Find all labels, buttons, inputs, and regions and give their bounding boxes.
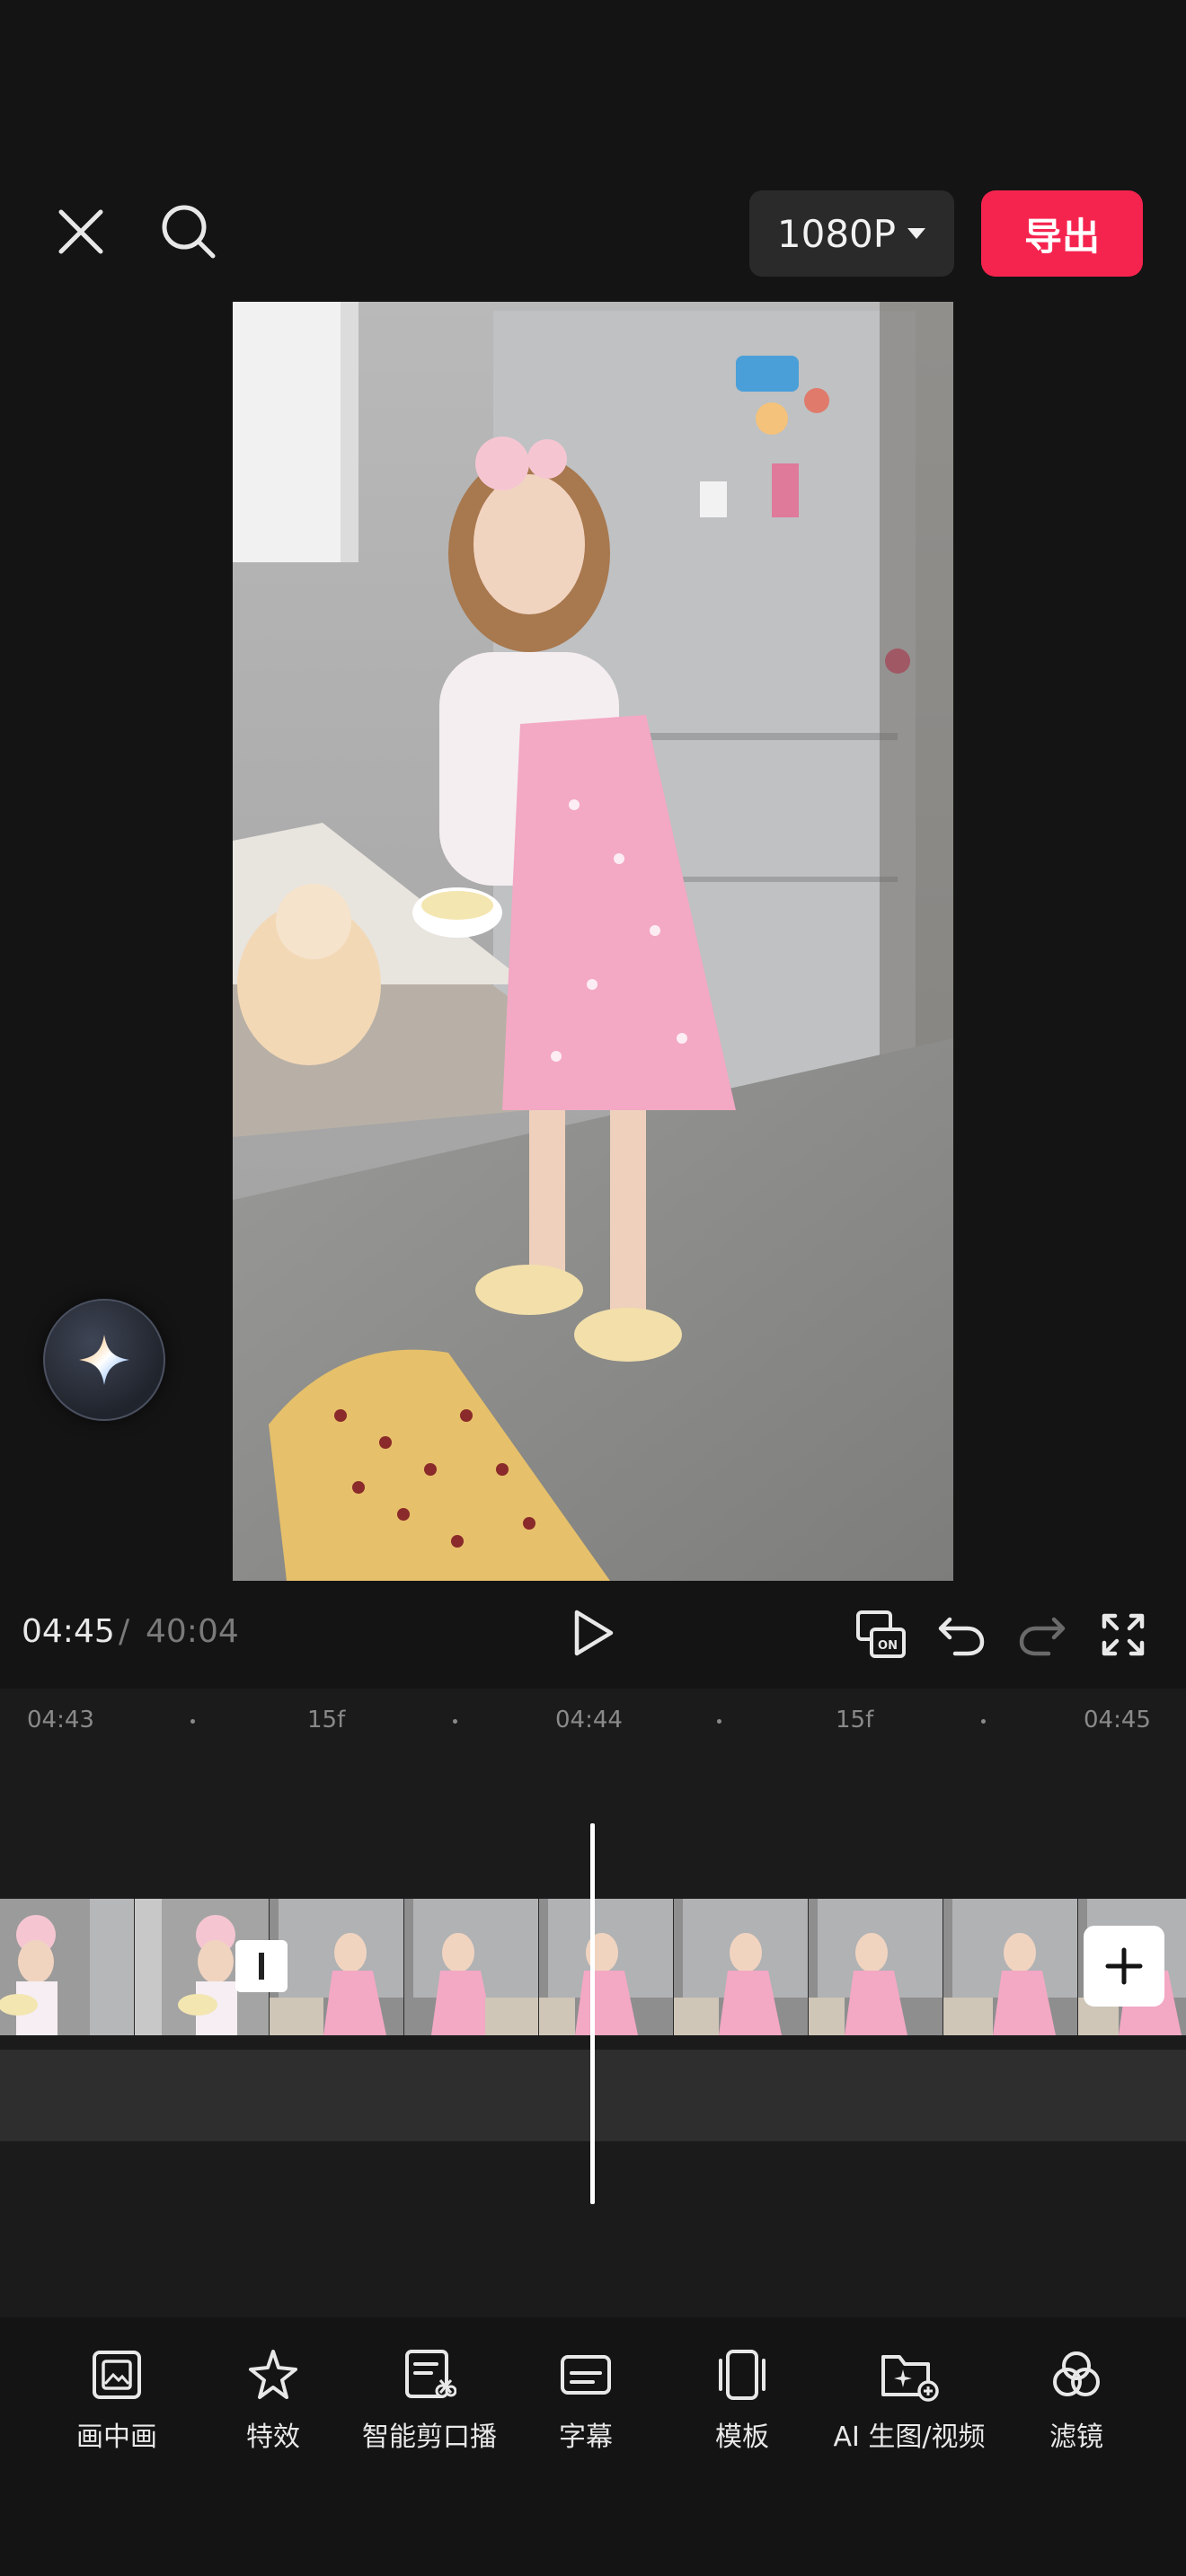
fullscreen-button[interactable] <box>1096 1608 1150 1662</box>
tool-label: 字幕 <box>559 2422 613 2453</box>
effects-star-icon <box>249 2350 297 2399</box>
picture-in-picture-icon <box>93 2351 141 2399</box>
search-icon <box>162 205 216 259</box>
tool-subtitle[interactable]: 字幕 <box>559 2348 613 2454</box>
clip-thumbnail <box>404 1899 539 2035</box>
export-button[interactable]: 导出 <box>981 190 1143 277</box>
video-frame-image <box>233 302 953 1581</box>
ai-assistant-button[interactable] <box>43 1299 165 1421</box>
clip-thumbnail <box>809 1899 943 2035</box>
video-preview[interactable] <box>233 302 953 1581</box>
clip-thumbnail <box>270 1899 404 2035</box>
tool-smart-cut[interactable]: 智能剪口播 <box>362 2348 497 2454</box>
close-button[interactable] <box>52 203 110 260</box>
undo-button[interactable] <box>934 1608 988 1662</box>
redo-icon <box>1019 1617 1066 1656</box>
redo-button[interactable] <box>1015 1608 1069 1662</box>
clip-thumbnail <box>943 1899 1078 2035</box>
ruler-label: 15f <box>307 1707 346 1734</box>
subtitle-icon <box>561 2355 611 2395</box>
ruler-label: 15f <box>836 1707 874 1734</box>
playhead[interactable] <box>590 1823 595 2204</box>
sparkle-icon <box>79 1335 129 1385</box>
tool-label: 智能剪口播 <box>362 2422 497 2453</box>
svg-text:ON: ON <box>878 1639 898 1653</box>
plus-icon <box>1105 1947 1143 1985</box>
time-separator: / <box>119 1613 130 1650</box>
play-icon <box>574 1610 614 1656</box>
ruler-label: 04:45 <box>1084 1707 1151 1734</box>
smart-cut-icon <box>405 2350 456 2398</box>
clip-thumbnail <box>539 1899 674 2035</box>
tool-label: AI 生图/视频 <box>833 2422 986 2453</box>
ruler-dot <box>453 1719 457 1724</box>
search-button[interactable] <box>156 199 221 264</box>
undo-icon <box>938 1617 985 1656</box>
transition-icon <box>259 1953 264 1980</box>
play-button[interactable] <box>566 1604 620 1662</box>
fullscreen-icon <box>1102 1613 1145 1656</box>
caret-down-icon <box>907 228 926 239</box>
ruler-label: 04:44 <box>555 1707 623 1734</box>
current-time: 04:45 <box>22 1613 115 1650</box>
tool-label: 画中画 <box>76 2422 157 2453</box>
close-icon <box>58 209 103 254</box>
total-duration: 40:04 <box>146 1613 239 1650</box>
tool-template[interactable]: 模板 <box>715 2348 769 2454</box>
ruler-dot <box>190 1719 195 1724</box>
tool-effects[interactable]: 特效 <box>246 2348 300 2454</box>
export-label: 导出 <box>1023 214 1100 259</box>
track-sync-on-icon: ON <box>856 1610 906 1658</box>
keyframe-toggle-button[interactable]: ON <box>854 1608 909 1662</box>
clip-thumbnail <box>0 1899 135 2035</box>
tool-filter[interactable]: 滤镜 <box>1049 2348 1103 2454</box>
tool-label: 特效 <box>246 2422 300 2453</box>
filter-icon <box>1053 2351 1100 2396</box>
ruler-dot <box>717 1719 721 1724</box>
tool-label: 模板 <box>715 2422 769 2453</box>
transition-button[interactable] <box>235 1940 288 1992</box>
template-icon <box>719 2350 766 2400</box>
add-clip-button[interactable] <box>1084 1926 1164 2007</box>
clip-thumbnail <box>674 1899 809 2035</box>
resolution-label: 1080P <box>776 211 897 256</box>
ai-generate-icon <box>881 2355 939 2402</box>
tool-picture-in-picture[interactable]: 画中画 <box>76 2348 157 2454</box>
tool-ai-generate[interactable]: AI 生图/视频 <box>834 2348 986 2454</box>
tool-label: 滤镜 <box>1049 2422 1103 2453</box>
ruler-label: 04:43 <box>27 1707 94 1734</box>
resolution-dropdown[interactable]: 1080P <box>749 190 954 277</box>
ruler-dot <box>981 1719 986 1724</box>
